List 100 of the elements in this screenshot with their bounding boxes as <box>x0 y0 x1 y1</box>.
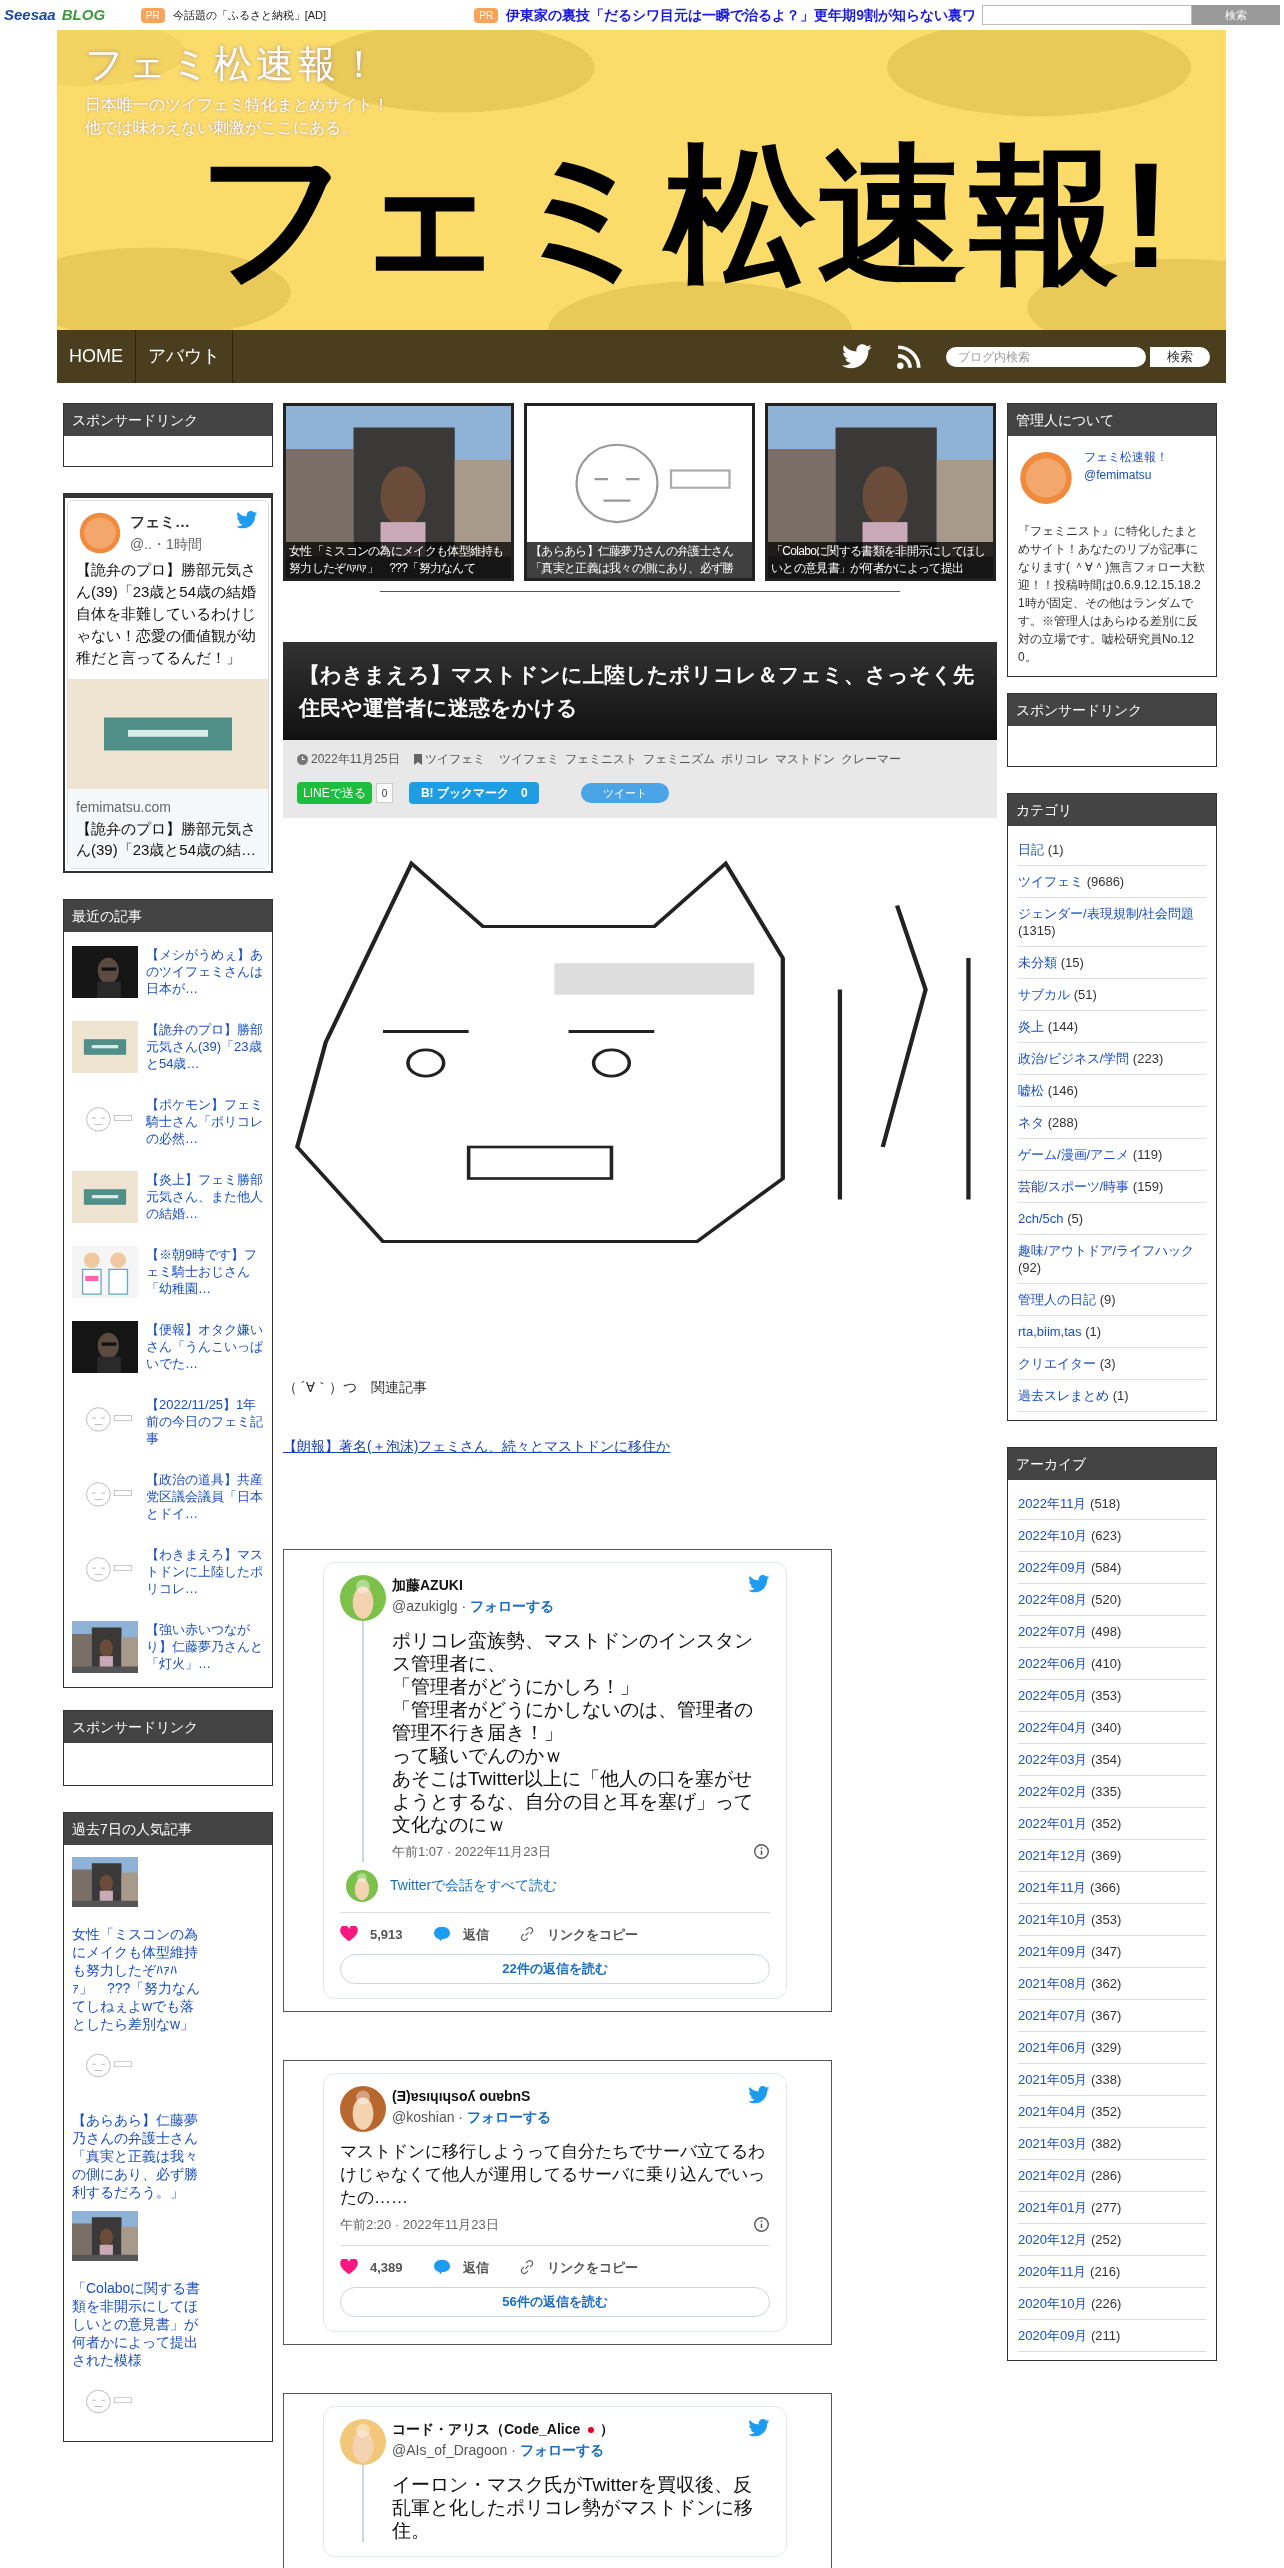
category-link[interactable]: rta,biim,tas (1) <box>1018 1323 1206 1340</box>
tag-link[interactable]: マストドン <box>774 750 835 768</box>
archive-link[interactable]: 2022年11月 (518) <box>1018 1495 1206 1512</box>
tweet-time[interactable]: 午前1:07 · 2022年11月23日 <box>392 1842 551 1862</box>
recent-article-link[interactable]: 【わきまえろ】マストドンに上陸したポリコレ… <box>146 1546 264 1597</box>
tag-link[interactable]: ポリコレ <box>720 750 769 768</box>
related-article-link[interactable]: 【朗報】著名(＋泡沫)フェミさん、続々とマストドンに移住か <box>283 1436 997 1457</box>
archive-link[interactable]: 2022年09月 (584) <box>1018 1559 1206 1576</box>
card-title[interactable]: 【詭弁のプロ】勝部元気さん(39)「23歳と54歳の結… <box>76 818 260 860</box>
tweet-text: あそこはTwitter以上に「他人の口を塞がせようとするな、自分の目と耳を塞げ」って文化なのにｗ <box>392 1767 754 1836</box>
archive-link[interactable]: 2021年09月 (347) <box>1018 1943 1206 1960</box>
archive-link[interactable]: 2020年12月 (252) <box>1018 2231 1206 2248</box>
archive-link[interactable]: 2022年10月 (623) <box>1018 1527 1206 1544</box>
archive-link[interactable]: 2021年05月 (338) <box>1018 2071 1206 2088</box>
follow-link[interactable]: フォローする <box>519 2440 604 2461</box>
seesaa-logo[interactable]: Seesaa BLOG <box>4 3 133 27</box>
archive-link[interactable]: 2021年02月 (286) <box>1018 2167 1206 2184</box>
archive-link[interactable]: 2021年08月 (362) <box>1018 1975 1206 1992</box>
recent-article-link[interactable]: 【便報】オタク嫌いさん「うんこいっぱいでた… <box>146 1321 264 1372</box>
archive-link[interactable]: 2021年11月 (366) <box>1018 1879 1206 1896</box>
pr-badge: PR <box>140 7 165 23</box>
archive-link[interactable]: 2022年05月 (353) <box>1018 1687 1206 1704</box>
category-link[interactable]: 嘘松 (146) <box>1018 1082 1206 1099</box>
ad-text[interactable]: 今話題の「ふるさと納税」[AD] <box>172 6 467 24</box>
follow-link[interactable]: フォローする <box>470 1596 555 1617</box>
archive-link[interactable]: 2021年06月 (329) <box>1018 2039 1206 2056</box>
category-link[interactable]: 政治/ビジネス/学問 (223) <box>1018 1050 1206 1067</box>
copy-link[interactable]: リンクをコピー <box>546 1924 638 1944</box>
read-conversation-link[interactable]: Twitterで会話をすべて読む <box>390 1875 558 1896</box>
section-header: スポンサードリンク <box>1008 694 1216 726</box>
search-field[interactable]: ブログ内検索 <box>946 346 1146 367</box>
recent-article-link[interactable]: 【メシがうめぇ】あのツイフェミさんは日本が… <box>146 946 264 997</box>
featured-article[interactable]: 女性「ミスコンの為にメイクも体型維持も努力したぞﾊｧﾊｧ」 ???「努力なんて <box>283 403 514 581</box>
category-link[interactable]: 芸能/スポーツ/時事 (159) <box>1018 1178 1206 1195</box>
category-link[interactable]: ツイフェミ <box>424 750 485 768</box>
popular-article-link[interactable]: 「Colaboに関する書類を非開示にしてほしいとの意見書」が何者かによって提出された模様 <box>72 2279 202 2369</box>
archive-link[interactable]: 2021年03月 (382) <box>1018 2135 1206 2152</box>
account-name[interactable]: コード・アリス（Code_Alice <box>392 2419 581 2440</box>
archive-link[interactable]: 2022年03月 (354) <box>1018 1751 1206 1768</box>
banner-logo-text: フェミ松速報! <box>197 135 1173 295</box>
popular-article-link[interactable]: 【あらあら】仁藤夢乃さんの弁護士さん「真実と正義は我々の側にあり、必ず勝利するだろう。」 <box>72 2111 202 2201</box>
recent-article-link[interactable]: 【炎上】フェミ勝部元気さん、また他人の結婚… <box>146 1171 264 1222</box>
archive-link[interactable]: 2022年04月 (340) <box>1018 1719 1206 1736</box>
archive-link[interactable]: 2022年06月 (410) <box>1018 1655 1206 1672</box>
category-link[interactable]: 過去スレまとめ (1) <box>1018 1387 1206 1404</box>
nav-link[interactable]: アバウト <box>136 330 233 383</box>
nav-link[interactable]: HOME <box>57 330 136 383</box>
copy-link[interactable]: リンクをコピー <box>546 2257 638 2277</box>
tag-link[interactable]: ツイフェミ <box>498 750 559 768</box>
recent-article-link[interactable]: 【政治の道具】共産党区議会議員「日本とドイ… <box>146 1471 264 1522</box>
category-link[interactable]: 趣味/アウトドア/ライフハック (92) <box>1018 1242 1206 1276</box>
category-link[interactable]: ツイフェミ (9686) <box>1018 873 1206 890</box>
featured-caption: 【あらあら】仁藤夢乃さんの弁護士さん「真実と正義は我々の側にあり、必ず勝 <box>527 542 752 578</box>
archive-link[interactable]: 2022年07月 (498) <box>1018 1623 1206 1640</box>
category-link[interactable]: 2ch/5ch (5) <box>1018 1210 1206 1227</box>
account-handle: @azukiglg · <box>392 1597 467 1616</box>
archive-link[interactable]: 2020年11月 (216) <box>1018 2263 1206 2280</box>
archive-link[interactable]: 2021年04月 (352) <box>1018 2103 1206 2120</box>
archive-link[interactable]: 2022年01月 (352) <box>1018 1815 1206 1832</box>
category-link[interactable]: 未分類 (15) <box>1018 954 1206 971</box>
featured-caption: 「Colaboに関する書類を非開示にしてほしいとの意見書」が何者かによって提出 <box>768 542 993 578</box>
follow-link[interactable]: フォローする <box>467 2107 552 2128</box>
tag-link[interactable]: フェミニズム <box>642 750 715 768</box>
popular-article-link[interactable]: 女性「ミスコンの為にメイクも体型維持も努力したぞﾊｧﾊｧ」 ???「努力なんてしねぇよwでも落としたら差別なw」 <box>72 1925 202 2033</box>
archive-link[interactable]: 2021年12月 (369) <box>1018 1847 1206 1864</box>
tag-link[interactable]: クレーマー <box>840 750 901 768</box>
category-link[interactable]: 管理人の日記 (9) <box>1018 1291 1206 1308</box>
category-link[interactable]: 日記 (1) <box>1018 841 1206 858</box>
reply-link[interactable]: 返信 <box>462 2257 489 2277</box>
recent-article-link[interactable]: 【※朝9時です】フェミ騎士おじさん「幼稚園… <box>146 1246 264 1297</box>
archive-link[interactable]: 2020年10月 (226) <box>1018 2295 1206 2312</box>
archive-link[interactable]: 2022年08月 (520) <box>1018 1591 1206 1608</box>
account-handle: @AIs_of_Dragoon · <box>392 2441 516 2460</box>
profile-text: 『フェミニスト』に特化したまとめサイト！あなたのリプが記事になります( ＾∀＾)無言フォロー大歓迎！！投稿時間は0.6.9.12.15.18.21時が固定、その他はランダムです。※管理人はあらゆる差別に反対の立場です。嘘松研究員No.120。 <box>1018 523 1206 666</box>
category-link[interactable]: ゲーム/漫画/アニメ (119) <box>1018 1146 1206 1163</box>
category-link[interactable]: ジェンダー/表現規制/社会問題 (1315) <box>1018 905 1206 939</box>
tweet-time[interactable]: 午前2:20 · 2022年11月23日 <box>340 2215 499 2235</box>
tag-link[interactable]: フェミニスト <box>564 750 637 768</box>
account-name[interactable]: (Ǝ)ɐsıɥıɥsoʎ ouɐbnS <box>392 2086 531 2107</box>
reply-link[interactable]: 返信 <box>462 1924 489 1944</box>
search-button[interactable]: 検索 <box>1150 346 1210 367</box>
archive-link[interactable]: 2020年09月 (211) <box>1018 2327 1206 2344</box>
category-link[interactable]: クリエイター (3) <box>1018 1355 1206 1372</box>
category-link[interactable]: ネタ (288) <box>1018 1114 1206 1131</box>
archive-link[interactable]: 2021年10月 (353) <box>1018 1911 1206 1928</box>
profile-name-link[interactable]: フェミ松速報！ <box>1084 448 1168 466</box>
account-name[interactable]: フェミ… <box>130 511 202 534</box>
archive-link[interactable]: 2021年07月 (367) <box>1018 2007 1206 2024</box>
ad-link[interactable]: 伊東家の裏技「だるシワ目元は一瞬で治るよ？」更年期9割が知らない裏ワ <box>506 4 974 26</box>
category-link[interactable]: 炎上 (144) <box>1018 1018 1206 1035</box>
archive-link[interactable]: 2022年02月 (335) <box>1018 1783 1206 1800</box>
recent-article-link[interactable]: 【詭弁のプロ】勝部元気さん(39)「23歳と54歳… <box>146 1021 264 1072</box>
archive-link[interactable]: 2021年01月 (277) <box>1018 2199 1206 2216</box>
featured-article[interactable]: 「Colaboに関する書類を非開示にしてほしいとの意見書」が何者かによって提出 <box>765 403 996 581</box>
recent-article-link[interactable]: 【強い赤いつながり】仁藤夢乃さんと「灯火」… <box>146 1621 264 1672</box>
account-name[interactable]: 加藤AZUKI <box>392 1575 463 1596</box>
recent-article-link[interactable]: 【2022/11/25】1年前の今日のフェミ記事 <box>146 1396 264 1447</box>
category-link[interactable]: サブカル (51) <box>1018 986 1206 1003</box>
featured-article[interactable]: 【あらあら】仁藤夢乃さんの弁護士さん「真実と正義は我々の側にあり、必ず勝 <box>524 403 755 581</box>
recent-article-link[interactable]: 【ポケモン】フェミ騎士さん「ポリコレの必然… <box>146 1096 264 1147</box>
